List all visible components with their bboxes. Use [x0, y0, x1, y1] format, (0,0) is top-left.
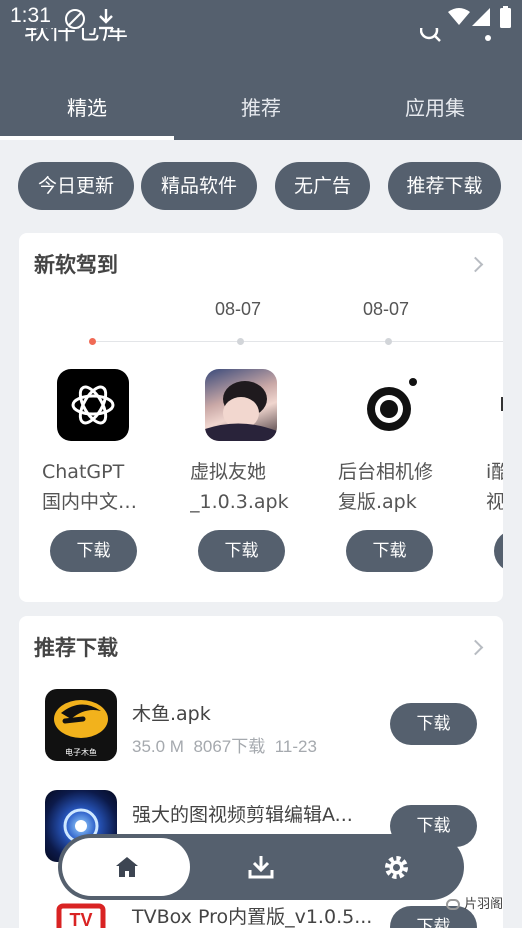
category-chips: 今日更新 精品软件 无广告 推荐下载	[0, 162, 522, 212]
timeline-dot-active	[89, 338, 96, 345]
timeline-date: 08-07	[215, 299, 262, 319]
more-options-icon[interactable]	[484, 30, 492, 42]
app-name: i酷 视	[486, 461, 503, 513]
timeline-dot	[385, 338, 392, 345]
timeline-date: 08-07	[363, 299, 410, 319]
watermark: 片羽阁	[446, 893, 503, 912]
download-button[interactable]: 下载	[390, 703, 477, 745]
new-software-card: 新软驾到 08-07 08-07 ChatGPT 国内中文… 下载 虚拟友她 _…	[19, 233, 503, 602]
status-time: 1:31	[10, 4, 51, 27]
timeline-dot	[237, 338, 244, 345]
download-icon	[248, 856, 274, 879]
wifi-icon	[448, 8, 470, 25]
chevron-right-icon[interactable]	[467, 256, 484, 273]
girl-photo-icon[interactable]	[205, 369, 277, 441]
search-icon[interactable]	[420, 28, 442, 42]
tab-bar: 精选 推荐 应用集	[0, 74, 522, 140]
nav-settings-button[interactable]	[364, 842, 428, 892]
icon-caption: 电子木鱼	[65, 748, 97, 757]
tab-indicator	[0, 136, 174, 140]
wooden-fish-icon[interactable]: 电子木鱼	[45, 689, 117, 761]
app-name: 后台相机修 复版.apk	[338, 461, 434, 513]
chip-today-updates[interactable]: 今日更新	[18, 162, 134, 210]
section-title-recommended: 推荐下载	[34, 636, 118, 660]
download-status-icon	[99, 9, 113, 30]
app-name: 虚拟友她 _1.0.3.apk	[190, 461, 289, 513]
section-title-new-software: 新软驾到	[34, 253, 118, 277]
icon-caption: TV	[69, 910, 93, 928]
download-button[interactable]: 下载	[346, 530, 433, 572]
bottom-navigation	[58, 834, 464, 900]
chip-no-ads[interactable]: 无广告	[275, 162, 370, 210]
page-title: 软件仓库	[24, 28, 129, 44]
download-button[interactable]: 下载	[494, 530, 503, 572]
nav-downloads-button[interactable]	[228, 842, 292, 892]
battery-icon	[500, 6, 511, 28]
app-name: 强大的图视频剪辑编辑A...	[132, 804, 353, 826]
chip-premium-software[interactable]: 精品软件	[141, 162, 257, 210]
chevron-right-icon[interactable]	[467, 639, 484, 656]
tab-featured[interactable]: 精选	[0, 92, 174, 121]
camera-icon[interactable]	[353, 369, 425, 441]
app-icon[interactable]	[501, 369, 503, 441]
home-icon	[116, 857, 138, 877]
app-name: ChatGPT 国内中文…	[42, 461, 138, 513]
no-sync-icon	[65, 9, 85, 29]
wechat-icon	[446, 899, 460, 910]
download-button[interactable]: 下载	[50, 530, 137, 572]
tab-collections[interactable]: 应用集	[348, 92, 522, 121]
app-name: TVBox Pro内置版_v1.0.5...	[132, 906, 373, 928]
timeline-line	[93, 341, 503, 342]
download-button[interactable]: 下载	[198, 530, 285, 572]
tab-recommended[interactable]: 推荐	[174, 92, 348, 121]
app-name: 木鱼.apk	[132, 703, 211, 725]
settings-icon	[385, 856, 408, 879]
chatgpt-icon[interactable]	[57, 369, 129, 441]
app-header: 1:31 软件仓库 精选 推荐 应用集	[0, 0, 522, 140]
signal-icon	[472, 8, 490, 26]
chip-recommended-downloads[interactable]: 推荐下载	[388, 162, 501, 210]
app-meta: 35.0 M 8067下载 11-23	[132, 737, 317, 756]
nav-home-button[interactable]	[62, 838, 190, 896]
